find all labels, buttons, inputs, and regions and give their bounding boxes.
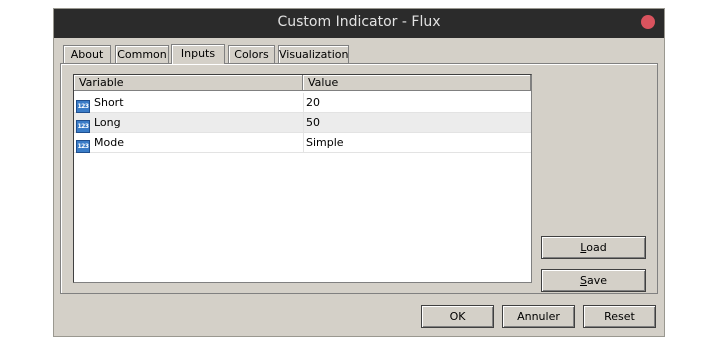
table-row[interactable]: 123 Short 20 xyxy=(74,93,531,113)
title-bar[interactable]: Custom Indicator - Flux xyxy=(54,9,664,38)
numeric-123-icon: 123 xyxy=(76,120,90,133)
tab-colors[interactable]: Colors xyxy=(228,45,275,63)
tab-label: About xyxy=(70,48,104,61)
grid-header: Variable Value xyxy=(74,75,531,92)
value-cell[interactable]: Simple xyxy=(303,133,532,152)
tab-label: Visualization xyxy=(279,48,349,61)
column-header-variable[interactable]: Variable xyxy=(74,75,303,91)
value-cell[interactable]: 20 xyxy=(303,93,532,112)
tab-label: Colors xyxy=(234,48,269,61)
tab-label: Common xyxy=(117,48,167,61)
tab-about[interactable]: About xyxy=(63,45,111,63)
variable-name: Mode xyxy=(94,136,124,149)
tab-visualization[interactable]: Visualization xyxy=(278,45,349,63)
value-cell[interactable]: 50 xyxy=(303,113,532,132)
cancel-button[interactable]: Annuler xyxy=(502,305,575,328)
column-header-value[interactable]: Value xyxy=(303,75,531,91)
window-title: Custom Indicator - Flux xyxy=(277,14,441,30)
numeric-123-icon: 123 xyxy=(76,100,90,113)
reset-button[interactable]: Reset xyxy=(583,305,656,328)
table-row[interactable]: 123 Mode Simple xyxy=(74,133,531,153)
numeric-123-icon: 123 xyxy=(76,140,90,153)
variable-cell: 123 Long xyxy=(76,113,301,133)
dialog-window: Custom Indicator - Flux About Common Inp… xyxy=(53,8,665,337)
inputs-panel: Variable Value 123 Short 20 123 Long 50 12… xyxy=(60,63,658,294)
save-button[interactable]: Save xyxy=(541,269,646,292)
variable-name: Long xyxy=(94,116,121,129)
ok-button[interactable]: OK xyxy=(421,305,494,328)
close-icon[interactable] xyxy=(641,15,655,29)
variable-cell: 123 Mode xyxy=(76,133,301,153)
variable-cell: 123 Short xyxy=(76,93,301,113)
tab-common[interactable]: Common xyxy=(115,45,169,63)
table-row[interactable]: 123 Long 50 xyxy=(74,113,531,133)
variable-name: Short xyxy=(94,96,124,109)
inputs-grid: Variable Value 123 Short 20 123 Long 50 12… xyxy=(73,74,532,283)
load-button[interactable]: Load xyxy=(541,236,646,259)
tab-inputs[interactable]: Inputs xyxy=(171,44,225,64)
tab-label: Inputs xyxy=(180,47,216,60)
